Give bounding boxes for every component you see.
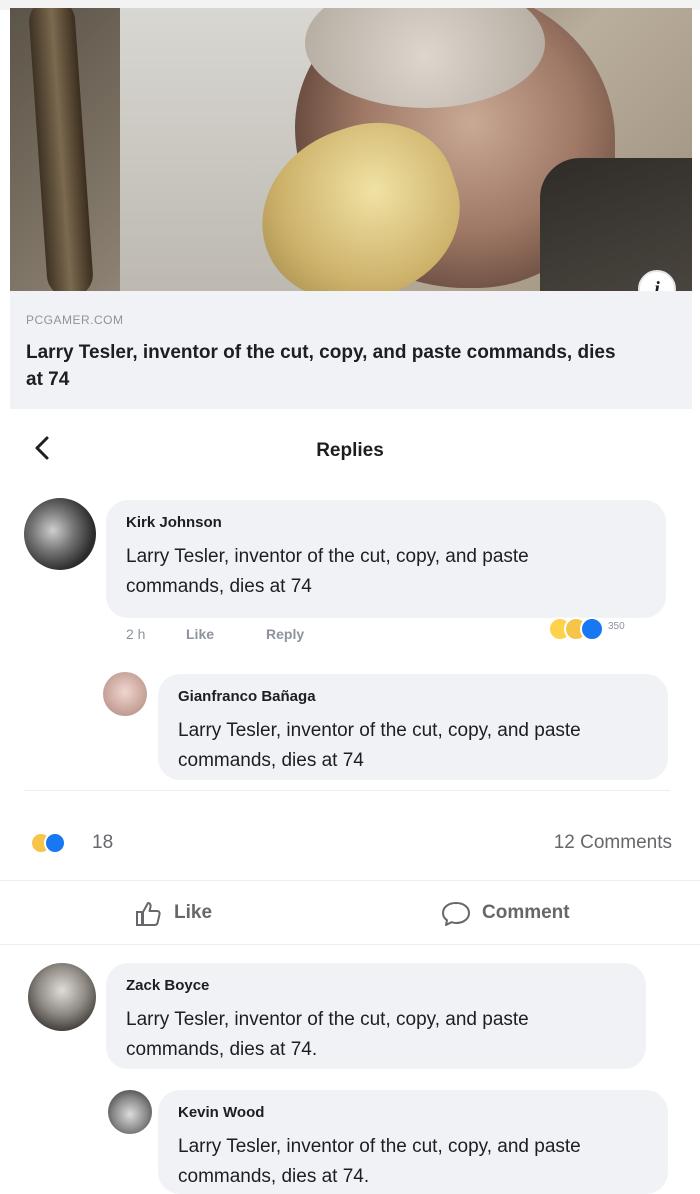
link-title[interactable]: Larry Tesler, inventor of the cut, copy,… [26,339,636,393]
comment-text: Larry Tesler, inventor of the cut, copy,… [178,1136,581,1187]
like-reaction-icon [44,832,66,854]
comment-reactions[interactable]: 350 [548,617,668,645]
comment-bubble: Gianfranco Bañaga Larry Tesler, inventor… [158,674,668,780]
comment-author[interactable]: Gianfranco Bañaga [178,688,316,705]
avatar-kevin-wood[interactable] [108,1090,152,1134]
comment-bubble: Kevin Wood Larry Tesler, inventor of the… [158,1090,668,1194]
avatar-kirk-johnson[interactable] [24,498,96,570]
replies-header: Replies [0,420,700,480]
comment-reaction-count: 350 [608,621,625,632]
like-label: Like [174,902,213,923]
comment-time: 2 h [126,626,146,642]
comment-author[interactable]: Kevin Wood [178,1104,264,1121]
post-reactions[interactable] [30,830,70,854]
comment-reply-button[interactable]: Reply [266,626,304,642]
post-reaction-count[interactable]: 18 [92,832,113,854]
comment-text: Larry Tesler, inventor of the cut, copy,… [126,1009,529,1060]
post-comment-count[interactable]: 12 Comments [554,832,672,854]
replies-title: Replies [316,440,384,461]
avatar-zack-boyce[interactable] [28,963,96,1031]
post-actions: Like Comment [0,880,700,941]
comment-text: Larry Tesler, inventor of the cut, copy,… [126,546,529,597]
post-summary: 18 12 Comments [0,826,700,860]
comment-label: Comment [482,902,570,923]
thumbs-up-icon [136,902,161,926]
comment-author[interactable]: Zack Boyce [126,977,209,994]
article-image[interactable] [10,8,692,291]
comment-bubble: Kirk Johnson Larry Tesler, inventor of t… [106,500,666,618]
comment-text: Larry Tesler, inventor of the cut, copy,… [178,720,581,771]
divider [24,790,670,791]
comment-bubble: Zack Boyce Larry Tesler, inventor of the… [106,963,646,1069]
speech-bubble-icon [442,902,470,926]
link-domain: PCGAMER.COM [26,313,124,327]
divider [0,944,700,945]
avatar-gianfranco-banaga[interactable] [103,672,147,716]
link-preview-meta[interactable]: PCGAMER.COM Larry Tesler, inventor of th… [10,291,692,409]
comment-author[interactable]: Kirk Johnson [126,514,222,531]
like-reaction-icon [580,617,604,641]
comment-like-button[interactable]: Like [186,626,214,642]
